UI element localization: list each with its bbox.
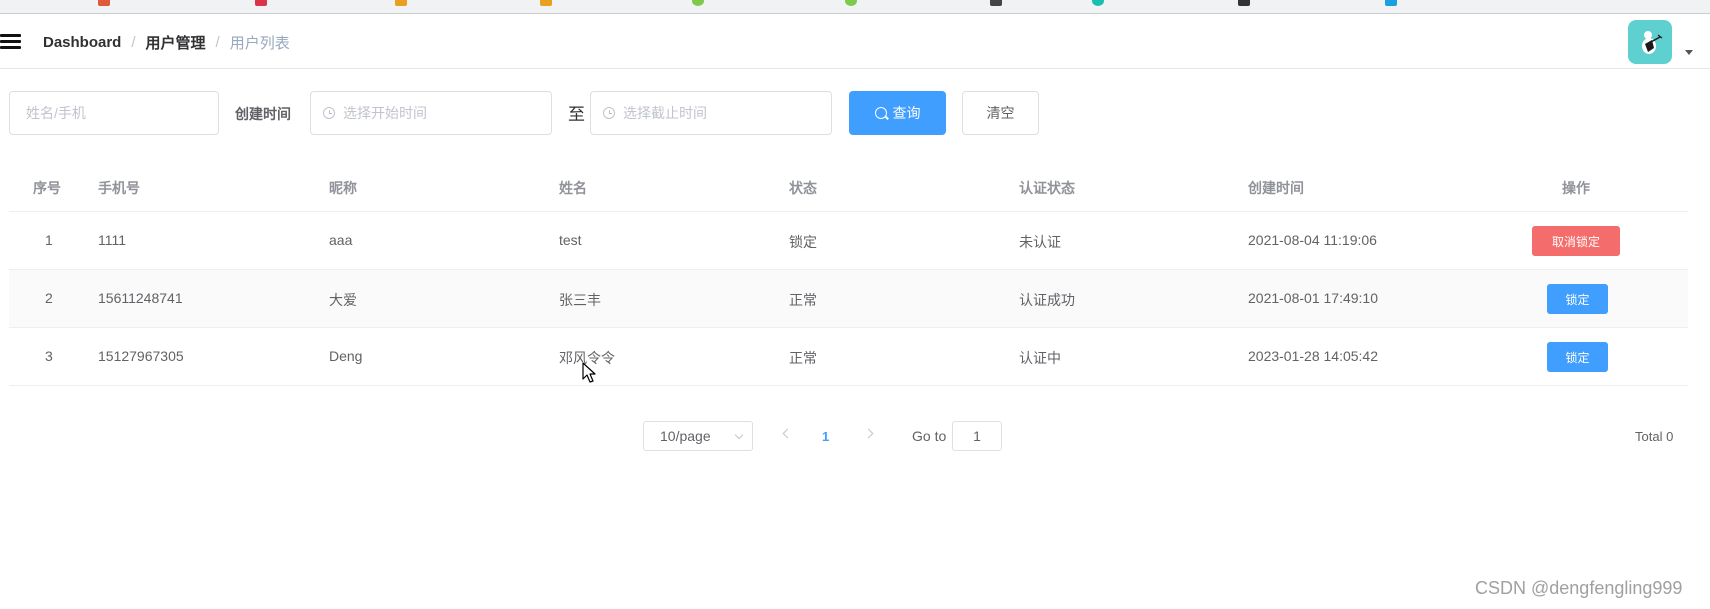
end-time-picker[interactable]: 选择截止时间	[590, 91, 832, 135]
cell-created-time: 2023-01-28 14:05:42	[1248, 348, 1378, 364]
column-header-status: 状态	[789, 180, 817, 196]
chevron-down-icon	[734, 430, 744, 440]
cell-status: 正常	[789, 350, 817, 366]
cell-index: 1	[45, 232, 53, 248]
table-header: 序号 手机号 昵称 姓名 状态 认证状态 创建时间 操作	[9, 160, 1688, 212]
mouse-cursor-icon	[582, 362, 596, 383]
column-header-name: 姓名	[559, 180, 587, 196]
name-phone-placeholder: 姓名/手机	[26, 105, 86, 121]
start-time-picker[interactable]: 选择开始时间	[310, 91, 552, 135]
bookmark-favicon[interactable]	[540, 0, 552, 6]
table-row: 1 1111 aaa test 锁定 未认证 2021-08-04 11:19:…	[9, 212, 1688, 270]
page-size-select[interactable]: 10/page	[643, 421, 753, 451]
goto-page-value: 1	[973, 428, 981, 444]
avatar-figure-icon	[1642, 31, 1663, 54]
cell-phone: 15611248741	[98, 290, 183, 306]
cell-phone: 1111	[98, 232, 127, 248]
clear-button-label: 清空	[986, 105, 1015, 121]
avatar-dropdown-caret-icon[interactable]	[1685, 50, 1693, 55]
cell-phone: 15127967305	[98, 348, 184, 364]
column-header-index: 序号	[33, 180, 61, 196]
cell-auth-status: 认证中	[1019, 350, 1061, 366]
clock-icon	[603, 107, 615, 119]
bookmark-favicon[interactable]	[395, 0, 407, 6]
next-page-icon[interactable]	[863, 428, 874, 439]
cell-nickname: Deng	[329, 348, 363, 364]
goto-label: Go to	[912, 428, 947, 444]
breadcrumb-separator: /	[131, 34, 136, 51]
breadcrumb-user-management[interactable]: 用户管理	[146, 32, 206, 53]
breadcrumb-separator: /	[215, 34, 220, 51]
clear-button[interactable]: 清空	[962, 91, 1039, 135]
cell-created-time: 2021-08-01 17:49:10	[1248, 290, 1378, 306]
cell-created-time: 2021-08-04 11:19:06	[1248, 232, 1377, 248]
column-header-auth-status: 认证状态	[1019, 180, 1075, 196]
watermark: CSDN @dengfengling999	[1475, 578, 1683, 598]
breadcrumb: Dashboard / 用户管理 / 用户列表	[43, 32, 290, 53]
column-header-actions: 操作	[1562, 180, 1590, 196]
query-button[interactable]: 查询	[849, 91, 946, 135]
hamburger-menu-icon[interactable]	[0, 31, 22, 51]
cell-name: 张三丰	[559, 292, 601, 308]
navbar: Dashboard / 用户管理 / 用户列表	[0, 14, 1710, 69]
breadcrumb-dashboard[interactable]: Dashboard	[43, 34, 121, 51]
goto-page-input[interactable]: 1	[952, 421, 1002, 451]
cell-index: 2	[45, 290, 53, 306]
avatar[interactable]	[1628, 20, 1672, 64]
bookmark-favicon[interactable]	[1238, 0, 1250, 6]
start-time-placeholder: 选择开始时间	[343, 105, 427, 121]
search-icon	[874, 107, 887, 119]
bookmark-favicon[interactable]	[692, 0, 704, 6]
total-count: Total 0	[1635, 428, 1674, 444]
bookmark-favicon[interactable]	[990, 0, 1002, 6]
page-size-value: 10/page	[660, 428, 711, 444]
cell-nickname: aaa	[329, 232, 353, 248]
table-row: 2 15611248741 大爱 张三丰 正常 认证成功 2021-08-01 …	[9, 270, 1688, 328]
query-button-label: 查询	[892, 105, 921, 121]
cell-status: 正常	[789, 292, 817, 308]
bookmark-favicon[interactable]	[1092, 0, 1104, 6]
lock-button[interactable]: 锁定	[1547, 284, 1608, 314]
cell-nickname: 大爱	[329, 292, 357, 308]
column-header-nickname: 昵称	[329, 180, 357, 196]
prev-page-icon[interactable]	[782, 428, 793, 439]
table-row: 3 15127967305 Deng 邓风令令 正常 认证中 2023-01-2…	[9, 328, 1688, 386]
bookmark-favicon[interactable]	[255, 0, 267, 6]
cell-status: 锁定	[789, 234, 817, 250]
cell-auth-status: 未认证	[1019, 234, 1061, 250]
column-header-created-time: 创建时间	[1248, 180, 1304, 196]
bookmark-favicon[interactable]	[98, 0, 110, 6]
cell-name: test	[559, 232, 582, 248]
end-time-placeholder: 选择截止时间	[623, 105, 707, 121]
bookmark-favicon[interactable]	[1385, 0, 1397, 6]
created-time-label: 创建时间	[235, 106, 291, 122]
lock-button[interactable]: 锁定	[1547, 342, 1608, 372]
range-to-label: 至	[568, 105, 585, 124]
cell-auth-status: 认证成功	[1019, 292, 1075, 308]
cell-index: 3	[45, 348, 53, 364]
breadcrumb-user-list: 用户列表	[229, 35, 290, 52]
user-table: 序号 手机号 昵称 姓名 状态 认证状态 创建时间 操作 1 1111 aaa …	[9, 160, 1688, 386]
unlock-button[interactable]: 取消锁定	[1532, 226, 1620, 256]
page-number-1[interactable]: 1	[822, 421, 829, 451]
name-phone-input[interactable]: 姓名/手机	[9, 91, 219, 135]
bookmark-favicon[interactable]	[845, 0, 857, 6]
browser-bookmarks-bar	[0, 0, 1710, 14]
column-header-phone: 手机号	[98, 180, 140, 196]
clock-icon	[323, 107, 335, 119]
